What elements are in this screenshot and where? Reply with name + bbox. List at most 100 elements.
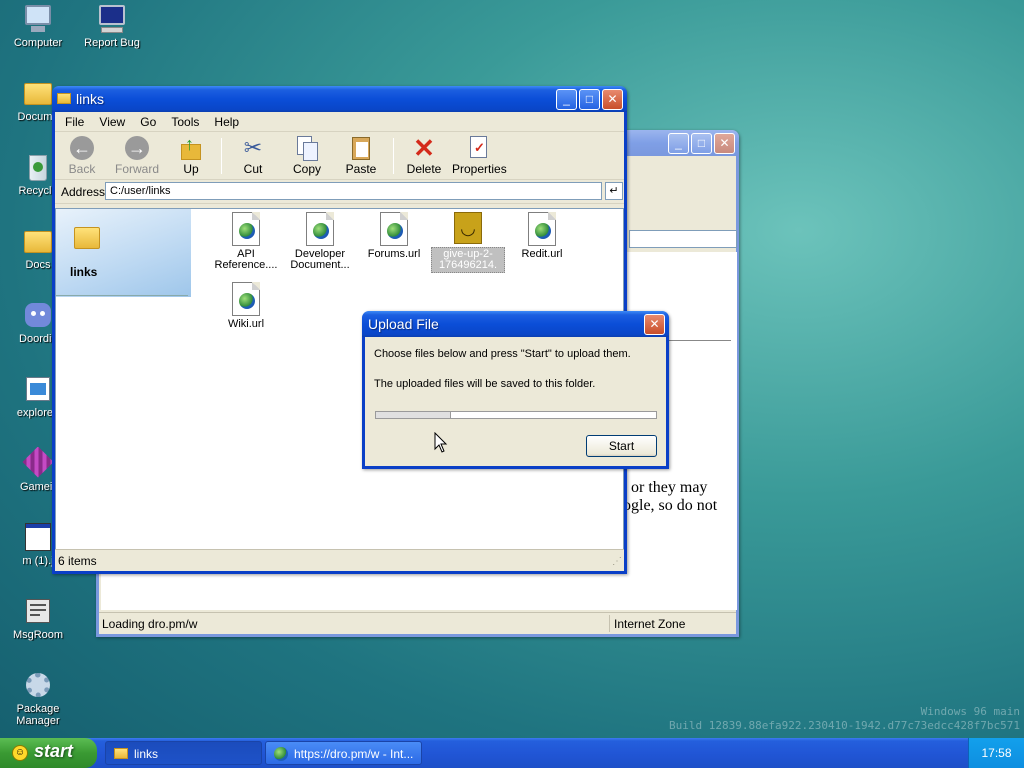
properties-label: Properties xyxy=(452,162,507,176)
browser-globe-icon xyxy=(274,747,288,761)
url-file-icon xyxy=(380,212,408,246)
dialog-titlebar[interactable]: Upload File ✕ xyxy=(362,311,669,337)
folder-icon xyxy=(114,748,128,759)
file-input[interactable] xyxy=(375,411,657,419)
desktop-icon-label: Package Manager xyxy=(16,703,60,727)
file-name-line2: Reference.... xyxy=(214,259,278,271)
delete-label: Delete xyxy=(406,162,442,176)
menu-view[interactable]: View xyxy=(93,112,131,132)
package-manager-icon xyxy=(22,669,54,701)
msgroom-icon xyxy=(22,595,54,627)
discord-icon xyxy=(22,299,54,331)
desktop-icon-label: Gameir xyxy=(19,481,57,493)
toolbar: ← Back → Forward ↑ Up ✂ Cut Copy Paste ✕… xyxy=(55,132,624,180)
zone-text: Internet Zone xyxy=(614,617,686,631)
cut-button[interactable]: ✂ Cut xyxy=(227,134,279,176)
sidebar-title: links xyxy=(70,265,98,279)
page-text-2: ogle, so do not xyxy=(623,497,718,514)
status-item-count: 6 items xyxy=(58,554,97,568)
smiley-icon: ☺ xyxy=(12,745,28,761)
dialog-text-2: The uploaded files will be saved to this… xyxy=(374,378,596,390)
back-button[interactable]: ← Back xyxy=(56,134,108,176)
paste-button[interactable]: Paste xyxy=(335,134,387,176)
browser-status-text: Loading dro.pm/w xyxy=(102,617,198,631)
folder-icon xyxy=(22,77,54,109)
menu-file[interactable]: File xyxy=(59,112,90,132)
go-button[interactable]: ↵ xyxy=(605,182,623,200)
properties-button[interactable]: ✓ Properties xyxy=(452,134,507,176)
clipboard-icon xyxy=(347,134,375,162)
start-label: start xyxy=(34,741,74,761)
toolbar-separator xyxy=(221,138,222,174)
window-file-icon xyxy=(22,521,54,553)
menu-bar: File View Go Tools Help xyxy=(55,112,624,132)
clock[interactable]: 17:58 xyxy=(981,746,1011,760)
window-title: links xyxy=(76,91,105,107)
minimize-button[interactable]: _ xyxy=(668,133,689,154)
upload-dialog[interactable]: Upload File ✕ Choose files below and pre… xyxy=(362,311,669,469)
forward-button[interactable]: → Forward xyxy=(111,134,163,176)
delete-button[interactable]: ✕ Delete xyxy=(398,134,450,176)
scissors-icon: ✂ xyxy=(243,135,263,160)
start-button[interactable]: ☺ start xyxy=(0,738,97,768)
address-bar: Address C:/user/links ↵ xyxy=(55,180,624,204)
desktop-icon-computer[interactable]: Computer xyxy=(1,3,75,49)
file-item-selected[interactable]: ◡ give-up-2- 176496214. xyxy=(431,212,505,273)
maximize-button[interactable]: □ xyxy=(579,89,600,110)
url-file-icon xyxy=(528,212,556,246)
address-input[interactable]: C:/user/links xyxy=(105,182,602,200)
url-file-icon xyxy=(232,212,260,246)
maximize-button[interactable]: □ xyxy=(691,133,712,154)
start-button[interactable]: Start xyxy=(586,435,657,457)
file-name-line1: Forums.url xyxy=(367,248,421,260)
copy-button[interactable]: Copy xyxy=(281,134,333,176)
properties-icon: ✓ xyxy=(464,134,492,162)
browser-address-field[interactable] xyxy=(629,230,737,248)
address-value: C:/user/links xyxy=(110,185,171,197)
menu-go[interactable]: Go xyxy=(134,112,162,132)
close-button[interactable]: ✕ xyxy=(714,133,735,154)
url-file-icon xyxy=(232,282,260,316)
minimize-button[interactable]: _ xyxy=(556,89,577,110)
taskbar: ☺ start links https://dro.pm/w - Int... … xyxy=(0,738,1024,768)
file-item[interactable]: API Reference.... xyxy=(209,212,283,271)
url-file-icon xyxy=(306,212,334,246)
desktop-icon-package-manager[interactable]: Package Manager xyxy=(1,669,75,727)
sidebar-divider xyxy=(56,295,188,296)
desktop-icon-label: Docs xyxy=(25,259,51,271)
game-cube-icon xyxy=(22,447,54,479)
start-button-label: Start xyxy=(608,439,635,453)
desktop-icon-report-bug[interactable]: Report Bug xyxy=(75,3,149,49)
resize-grip-icon[interactable]: ⋰ xyxy=(612,556,622,567)
explorer-titlebar[interactable]: links _ □ ✕ xyxy=(52,86,627,112)
taskbar-item-browser[interactable]: https://dro.pm/w - Int... xyxy=(265,741,422,765)
taskbar-item-links[interactable]: links xyxy=(105,741,262,765)
paste-label: Paste xyxy=(345,162,377,176)
delete-x-icon: ✕ xyxy=(413,133,435,163)
up-button[interactable]: ↑ Up xyxy=(165,134,217,176)
file-item[interactable]: Forums.url xyxy=(357,212,431,260)
cut-label: Cut xyxy=(243,162,263,176)
desktop-icon-label: Computer xyxy=(13,37,63,49)
address-label: Address xyxy=(61,185,106,199)
menu-tools[interactable]: Tools xyxy=(165,112,205,132)
close-button[interactable]: ✕ xyxy=(602,89,623,110)
folder-icon xyxy=(57,93,71,104)
back-arrow-icon: ← xyxy=(68,134,96,162)
desktop-icon-label: MsgRoom xyxy=(12,629,64,641)
browser-statusbar: Loading dro.pm/w Internet Zone xyxy=(99,612,736,634)
file-item[interactable]: Developer Document... xyxy=(283,212,357,271)
task-label: https://dro.pm/w - Int... xyxy=(294,747,414,761)
desktop-icon-label: m (1).j xyxy=(22,555,54,567)
file-item[interactable]: Redit.url xyxy=(505,212,579,260)
desktop-icon-msgroom[interactable]: MsgRoom xyxy=(1,595,75,641)
close-button[interactable]: ✕ xyxy=(644,314,665,335)
file-name-line1: Redit.url xyxy=(521,248,563,260)
watermark-line-2: Build 12839.88efa922.230410-1942.d77c73e… xyxy=(669,719,1020,732)
forward-label: Forward xyxy=(114,162,159,176)
menu-help[interactable]: Help xyxy=(208,112,245,132)
task-label: links xyxy=(134,747,159,761)
file-item[interactable]: Wiki.url xyxy=(209,282,283,330)
dialog-title: Upload File xyxy=(368,316,439,332)
choose-file-button[interactable] xyxy=(376,412,451,418)
